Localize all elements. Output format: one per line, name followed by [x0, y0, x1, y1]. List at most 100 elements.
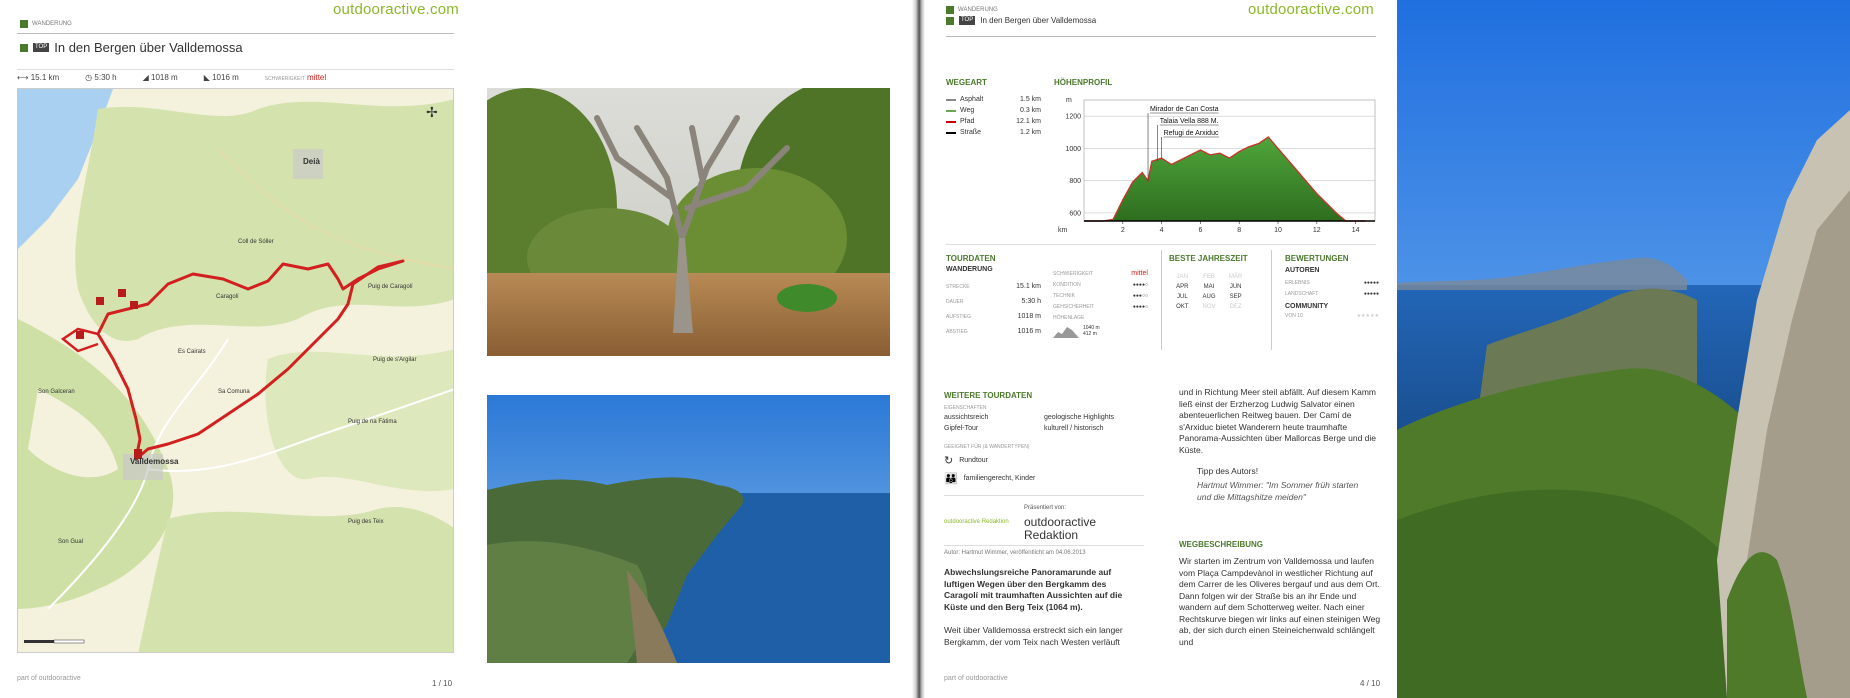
tourdaten-label: AUFSTIEG [946, 313, 972, 320]
rating-dots: ●●●●● [1363, 290, 1379, 297]
bewertungen-heading: BEWERTUNGEN [1285, 254, 1349, 263]
divider [944, 495, 1144, 496]
map-label: Puig des Teix [348, 519, 384, 525]
map-town-valldemossa: Valldemossa [130, 457, 179, 466]
eigenschaft: kulturell / historisch [1044, 425, 1104, 432]
wegeart-row: Pfad 12.1 km [946, 116, 1041, 127]
tourdaten-row: DAUER 5:30 h [946, 294, 1041, 309]
route-map[interactable]: ✢ Deià Valldemossa Caragolí Puig de Cara… [17, 88, 454, 653]
column-divider [1271, 250, 1272, 350]
mini-profile-icon [1053, 327, 1079, 338]
hoehenprofil-heading: HÖHENPROFIL [1054, 78, 1113, 87]
tourdaten-value: 1016 m [1017, 328, 1041, 335]
tipp-heading: Tipp des Autors! [1197, 466, 1259, 476]
asphalt-swatch [946, 98, 956, 101]
annotation-label: Mirador de Can Costa [1150, 106, 1219, 113]
month-feb: FEB [1203, 274, 1215, 280]
author-line: Autor: Hartmut Wimmer, veröffentlicht am… [944, 550, 1086, 556]
map-label: Puig de Caragolí [368, 284, 413, 290]
month-sep: SEP [1229, 294, 1242, 300]
map-label: Puig de na Fàtima [348, 419, 397, 425]
presenter-name: outdooractive Redaktion [1024, 516, 1096, 542]
wegeart-heading: WEGEART [946, 78, 987, 87]
x-tick-label: 8 [1237, 227, 1241, 234]
wegeart-value: 1.5 km [1019, 96, 1041, 103]
presented-label: Präsentiert von: [1024, 505, 1067, 511]
rundtour-row: ↻ Rundtour [944, 454, 988, 467]
rating-dots: ●●●●● [1363, 279, 1379, 286]
x-tick-label: 6 [1198, 227, 1202, 234]
rating-label: GEHSICHERHEIT [1053, 303, 1095, 310]
tourdaten-row: AUFSTIEG 1018 m [946, 309, 1041, 324]
rating-dots: ●●●○○ [1132, 292, 1148, 299]
eigenschaft: aussichtsreich [944, 414, 989, 421]
duration-value: 5:30 h [94, 73, 117, 82]
erlebnis-label: ERLEBNIS [1285, 279, 1310, 286]
tourdaten-value: 1018 m [1017, 313, 1041, 320]
intro-text: Abwechslungsreiche Panoramarunde auf luf… [944, 567, 1123, 612]
stat-descent: ◣ 1016 m [204, 73, 239, 82]
brand-logo: outdooractive.com [333, 1, 459, 18]
rundtour-text: Rundtour [959, 457, 989, 464]
map-label: Es Cairats [178, 349, 206, 355]
tipp-author: Hartmut Wimmer: [1197, 480, 1264, 490]
rating-row: TECHNIK ●●●○○ [1053, 290, 1148, 301]
rating-stars: ★★★★★ [1356, 312, 1379, 319]
right-page: WANDERUNG TOP In den Bergen über Valldem… [925, 0, 1397, 698]
wegeart-row: Straße 1.2 km [946, 127, 1041, 138]
annotation-label: Refugi de Arxiduc [1164, 130, 1219, 137]
rating-row: KONDITION ●●●●○ [1053, 279, 1148, 290]
family-icon: 👪 [944, 473, 958, 485]
strasse-swatch [946, 131, 956, 134]
tourdaten-label: STRECKE [946, 283, 970, 290]
rating-dots: ●●●●○ [1132, 303, 1148, 310]
stat-distance: ⟷ 15.1 km [17, 73, 59, 82]
month-jun: JUN [1229, 284, 1242, 290]
difficulty-value: mittel [307, 73, 327, 82]
familien-row: 👪 familiengerecht, Kinder [944, 472, 1035, 485]
tourdaten-row: ABSTIEG 1016 m [946, 324, 1041, 339]
loop-icon: ↻ [944, 455, 954, 467]
eigenschaft: Gipfel-Tour [944, 425, 979, 432]
y-tick-label: 800 [1069, 178, 1081, 185]
distance-value: 15.1 km [30, 73, 60, 82]
map-label-caragoli: Caragolí [216, 294, 239, 300]
jahreszeit-heading: BESTE JAHRESZEIT [1169, 254, 1248, 263]
presenter-name-line2: Redaktion [1024, 528, 1079, 542]
stat-difficulty: SCHWIERIGKEIT mittel [265, 73, 326, 82]
tourdaten-label: DAUER [946, 298, 964, 305]
altitude-range: 1040 m 412 m [1053, 324, 1148, 338]
wegeart-row: Weg 0.3 km [946, 105, 1041, 116]
page-number: 4 / 10 [1360, 679, 1381, 688]
tour-title: In den Bergen über Valldemossa [54, 40, 243, 55]
weitere-heading: WEITERE TOURDATEN [944, 391, 1033, 400]
tour-title-row: TOP In den Bergen über Valldemossa [20, 40, 243, 55]
months-grid: JAN FEB MÄR APR MAI JUN JUL AUG SEP OKT … [1169, 274, 1249, 310]
eigenschaft: geologische Highlights [1044, 414, 1115, 421]
tour-title: In den Bergen über Valldemossa [980, 16, 1097, 25]
y-tick-label: 600 [1069, 210, 1081, 217]
distance-icon: ⟷ [17, 73, 29, 82]
hiking-icon [946, 6, 954, 14]
wegeart-value: 0.3 km [1019, 107, 1041, 114]
landschaft-label: LANDSCHAFT [1285, 290, 1319, 297]
hiking-icon [946, 16, 954, 25]
wegeart-list: Asphalt 1.5 km Weg 0.3 km Pfad 12.1 km Stra… [946, 94, 1041, 138]
x-tick-label: 14 [1352, 227, 1360, 234]
tourdaten-right-list: SCHWIERIGKEIT mittel KONDITION ●●●●○ TECHN… [1053, 268, 1148, 338]
tourdaten-row: STRECKE 15.1 km [946, 279, 1041, 294]
category-label: WANDERUNG [946, 6, 998, 14]
left-page: outdooractive.com WANDERUNG TOP In den B… [0, 0, 912, 698]
wegeart-row: Asphalt 1.5 km [946, 94, 1041, 105]
difficulty-value: mittel [1131, 270, 1148, 277]
tipp-quote: Hartmut Wimmer: "Im Sommer früh starten … [1197, 480, 1365, 503]
tourdaten-value: 15.1 km [1016, 283, 1041, 290]
x-tick-label: 2 [1121, 227, 1125, 234]
tourdaten-list: STRECKE 15.1 km DAUER 5:30 h AUFSTIEG 1018 … [946, 279, 1041, 339]
category-text: WANDERUNG [958, 7, 998, 13]
y-tick-label: 1000 [1065, 146, 1081, 153]
stat-ascent: ◢ 1018 m [143, 73, 178, 82]
bewertungen-box: AUTOREN ERLEBNIS ●●●●● LANDSCHAFT ●●●●● CO… [1285, 267, 1379, 321]
eignung-label: GEEIGNET FÜR (& WANDERTYPEN) [944, 444, 1030, 450]
rating-label: HÖHENLAGE [1053, 314, 1085, 321]
